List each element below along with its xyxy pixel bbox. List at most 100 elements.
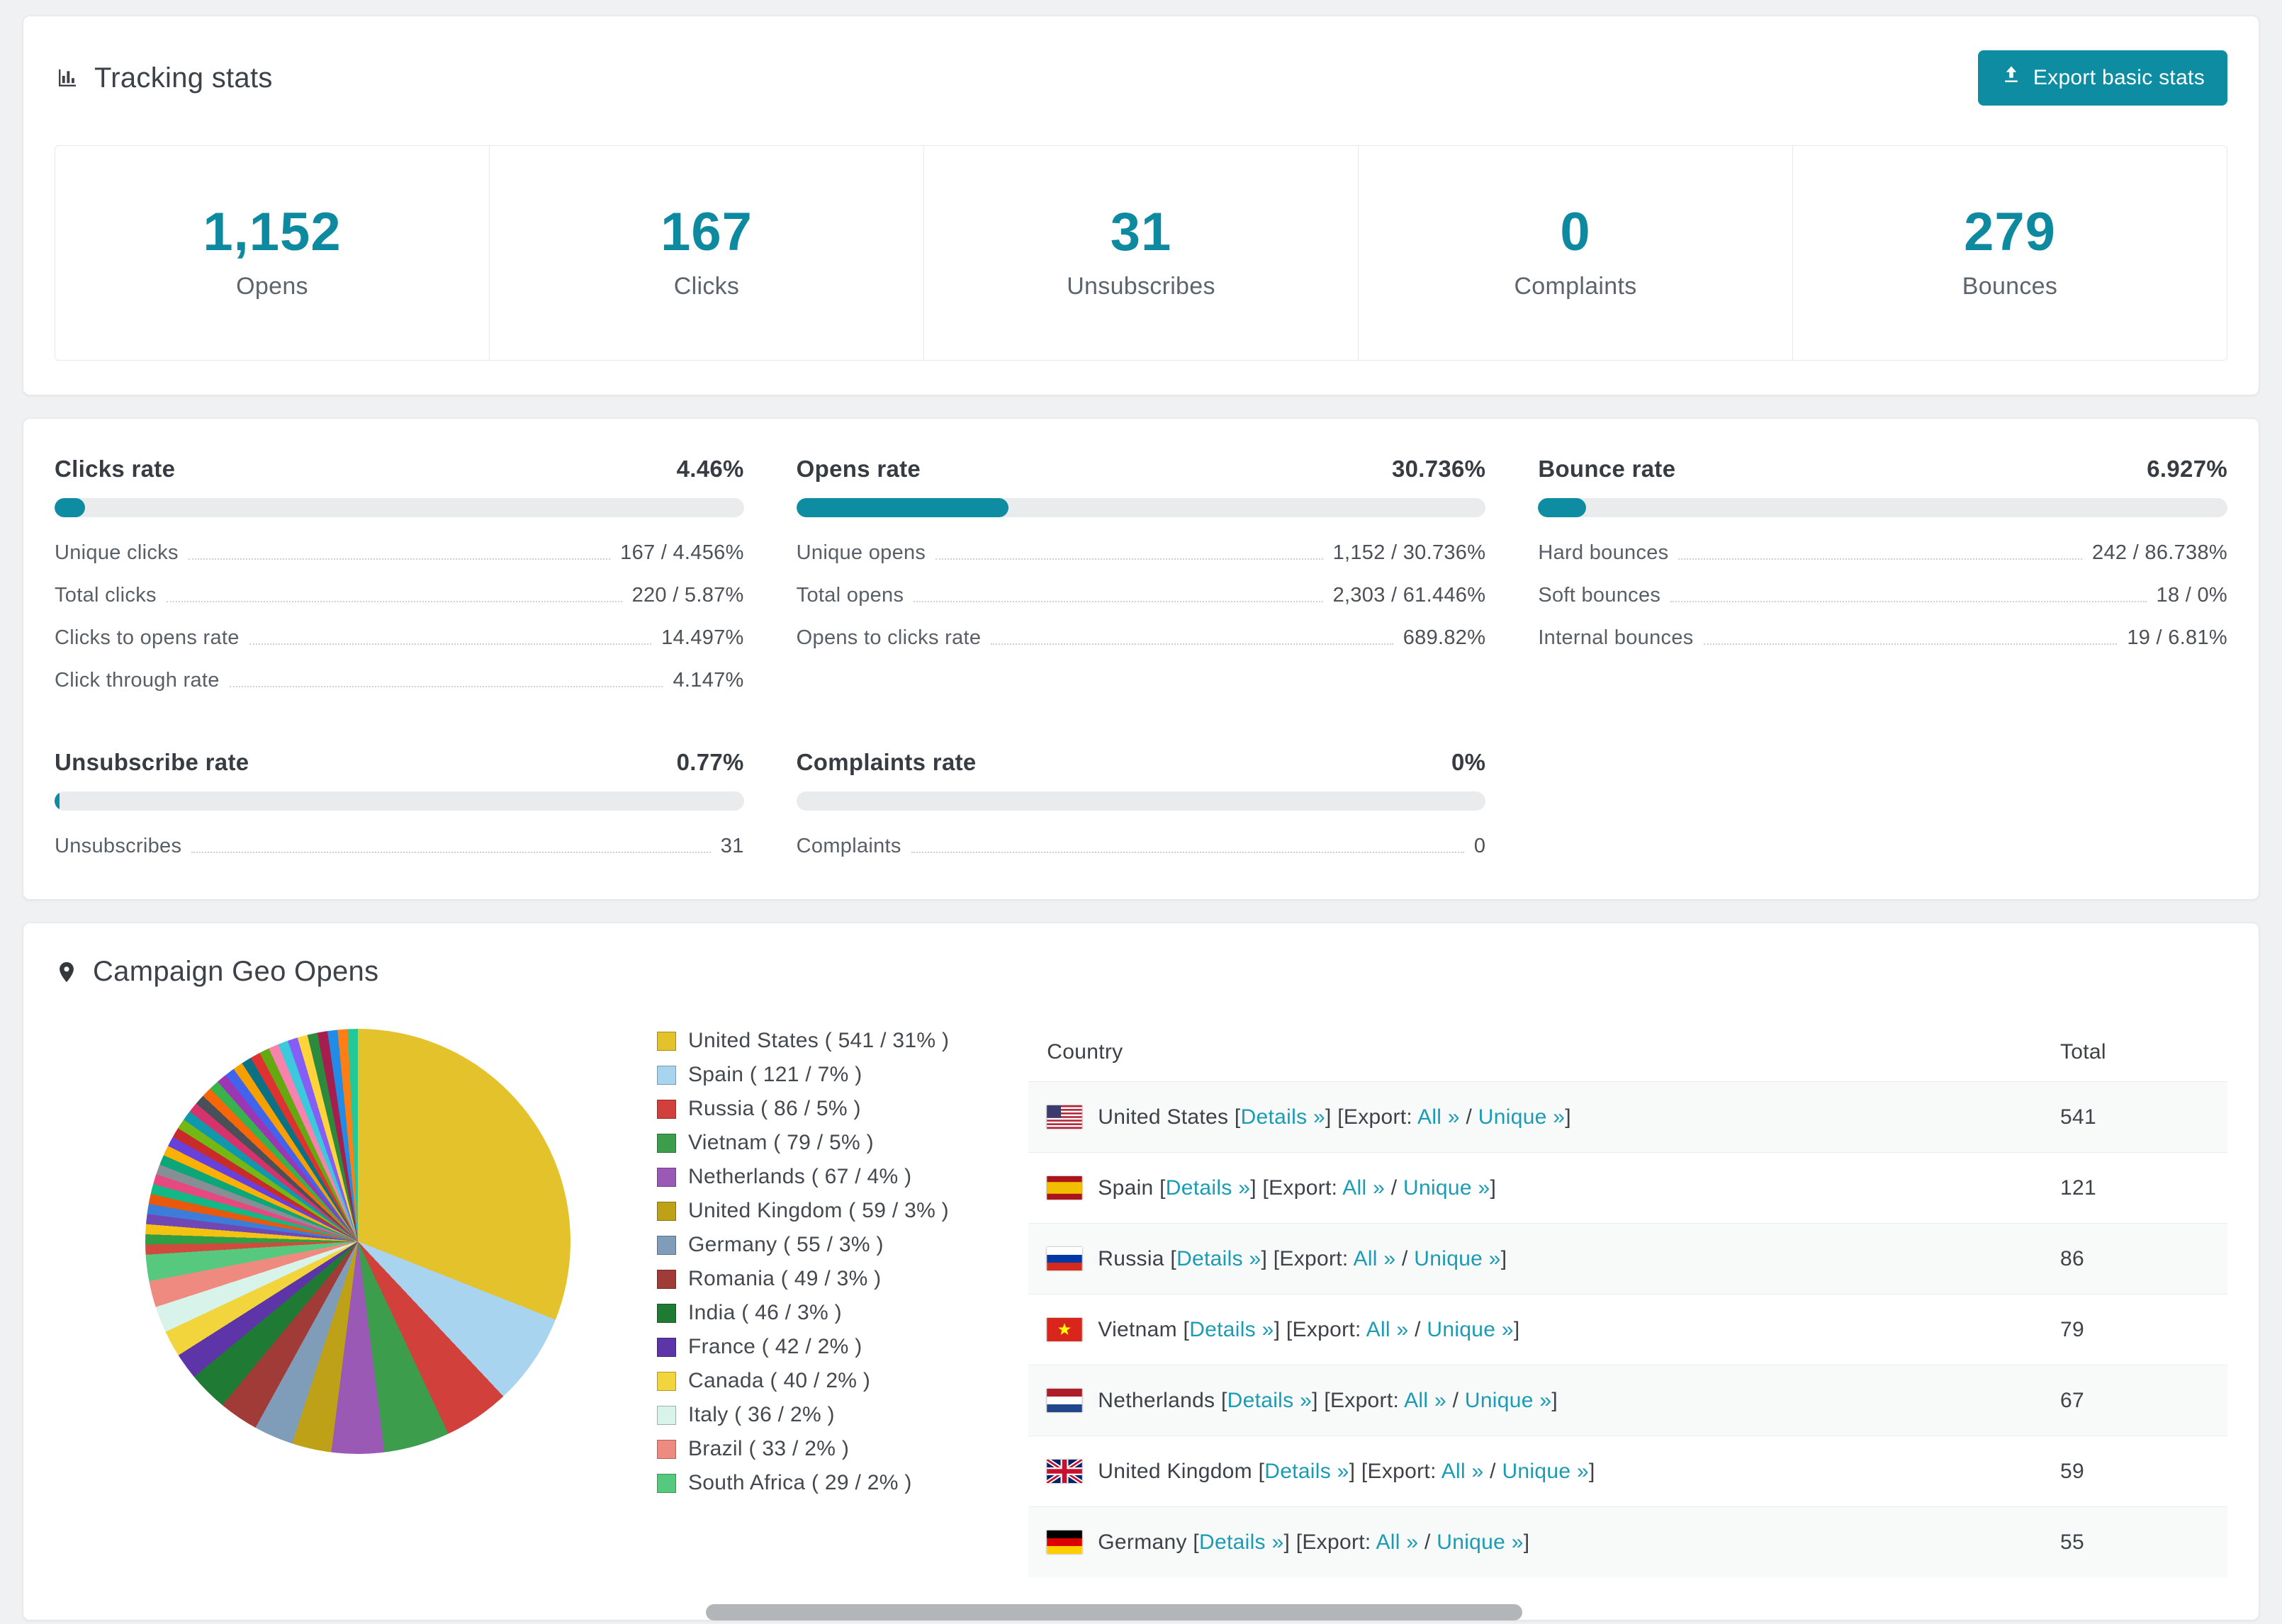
legend-item-russia: Russia ( 86 / 5% )	[657, 1097, 949, 1121]
country-cell: Netherlands [Details »] [Export: All » /…	[1098, 1388, 1558, 1412]
tracking-stats-title: Tracking stats	[55, 62, 273, 94]
total-cell: 121	[2060, 1175, 2096, 1200]
rate-stat-value: 31	[720, 835, 744, 857]
rate-stat-line: Total opens 2,303 / 61.446%	[797, 584, 1486, 607]
rate-rows: Unique clicks 167 / 4.456% Total clicks …	[55, 541, 744, 692]
legend-label: United States ( 541 / 31% )	[688, 1029, 950, 1052]
dotted-leader	[166, 601, 622, 602]
export-unique-link[interactable]: Unique »	[1478, 1105, 1566, 1129]
rate-title: Unsubscribe rate	[55, 749, 249, 775]
rate-stat-label: Total clicks	[55, 584, 157, 607]
export-all-link[interactable]: All »	[1417, 1105, 1460, 1129]
geo-table: Country Total United States [Details »] …	[1028, 1023, 2227, 1577]
legend-item-united-kingdom: United Kingdom ( 59 / 3% )	[657, 1199, 949, 1223]
rate-progress-bar	[55, 791, 744, 811]
legend-label: Brazil ( 33 / 2% )	[688, 1437, 850, 1460]
stats-row: 1,152 Opens 167 Clicks 31 Unsubscribes 0…	[55, 145, 2227, 361]
rate-stat-line: Opens to clicks rate 689.82%	[797, 626, 1486, 650]
rate-rows: Unique opens 1,152 / 30.736% Total opens…	[797, 541, 1486, 650]
legend-item-brazil: Brazil ( 33 / 2% )	[657, 1437, 949, 1461]
rate-stat-line: Total clicks 220 / 5.87%	[55, 584, 744, 607]
export-basic-stats-button[interactable]: Export basic stats	[1977, 50, 2227, 106]
rate-stat-line: Unsubscribes 31	[55, 835, 744, 858]
country-cell: Spain [Details »] [Export: All » / Uniqu…	[1098, 1175, 1497, 1200]
export-button-label: Export basic stats	[2033, 66, 2205, 89]
dotted-leader	[911, 852, 1464, 853]
export-unique-link[interactable]: Unique »	[1502, 1460, 1589, 1483]
geo-table-row-united-kingdom: United Kingdom [Details »] [Export: All …	[1028, 1436, 2227, 1506]
geo-table-row-germany: Germany [Details »] [Export: All » / Uni…	[1028, 1506, 2227, 1577]
total-cell: 86	[2060, 1246, 2084, 1270]
horizontal-scrollbar-thumb[interactable]	[706, 1604, 1522, 1620]
tracking-stats-header: Tracking stats Export basic stats	[55, 50, 2227, 106]
export-unique-link[interactable]: Unique »	[1403, 1176, 1490, 1200]
column-header-total: Total	[2060, 1040, 2106, 1064]
rate-stat-label: Click through rate	[55, 669, 220, 692]
stat-cell-opens: 1,152 Opens	[55, 146, 490, 360]
tracking-stats-title-text: Tracking stats	[94, 62, 273, 94]
export-all-link[interactable]: All »	[1366, 1318, 1409, 1341]
rate-stat-line: Click through rate 4.147%	[55, 669, 744, 692]
export-unique-link[interactable]: Unique »	[1414, 1247, 1501, 1270]
flag-gb-icon	[1047, 1460, 1083, 1483]
details-link[interactable]: Details »	[1227, 1389, 1312, 1412]
rate-stat-label: Internal bounces	[1538, 626, 1694, 649]
rate-title: Bounce rate	[1538, 456, 1676, 482]
rate-progress-bar	[55, 498, 744, 517]
export-all-link[interactable]: All »	[1441, 1460, 1484, 1483]
rate-head: Complaints rate 0%	[797, 749, 1486, 776]
map-pin-icon	[55, 958, 79, 986]
rate-value: 0.77%	[676, 749, 744, 775]
export-unique-link[interactable]: Unique »	[1437, 1530, 1524, 1554]
export-all-link[interactable]: All »	[1354, 1247, 1396, 1270]
legend-item-germany: Germany ( 55 / 3% )	[657, 1233, 949, 1257]
rate-stat-label: Total opens	[796, 584, 904, 607]
export-unique-link[interactable]: Unique »	[1427, 1318, 1514, 1341]
dotted-leader	[914, 601, 1323, 602]
rate-title: Opens rate	[796, 456, 921, 482]
legend-swatch	[657, 1473, 676, 1493]
geo-title-text: Campaign Geo Opens	[93, 956, 379, 987]
export-unique-link[interactable]: Unique »	[1465, 1389, 1552, 1412]
stat-value: 0	[1560, 202, 1591, 262]
export-all-link[interactable]: All »	[1342, 1176, 1385, 1200]
legend-item-south-africa: South Africa ( 29 / 2% )	[657, 1471, 949, 1495]
rate-stat-label: Unique opens	[796, 541, 926, 564]
details-link[interactable]: Details »	[1166, 1176, 1250, 1200]
rate-stat-label: Unique clicks	[55, 541, 179, 564]
rate-stat-line: Hard bounces 242 / 86.738%	[1538, 541, 2227, 565]
flag-us-icon	[1047, 1105, 1083, 1129]
rate-stat-line: Unique opens 1,152 / 30.736%	[797, 541, 1486, 565]
legend-label: Romania ( 49 / 3% )	[688, 1267, 882, 1290]
stat-value: 1,152	[203, 202, 342, 262]
legend-label: Canada ( 40 / 2% )	[688, 1369, 871, 1392]
dashboard-page: Tracking stats Export basic stats 1,152 …	[0, 0, 2282, 1620]
flag-nl-icon	[1047, 1389, 1083, 1412]
rate-stat-value: 4.147%	[673, 669, 744, 692]
rate-value: 4.46%	[676, 456, 744, 482]
flag-de-icon	[1047, 1530, 1083, 1554]
export-all-link[interactable]: All »	[1404, 1389, 1446, 1412]
rate-block-unsubscribe-rate: Unsubscribe rate 0.77% Unsubscribes 31	[55, 749, 744, 858]
details-link[interactable]: Details »	[1199, 1530, 1283, 1554]
rate-title: Complaints rate	[796, 749, 977, 775]
legend-label: Germany ( 55 / 3% )	[688, 1233, 884, 1256]
details-link[interactable]: Details »	[1176, 1247, 1261, 1270]
geo-table-row-vietnam: Vietnam [Details »] [Export: All » / Uni…	[1028, 1294, 2227, 1365]
total-cell: 55	[2060, 1530, 2084, 1554]
legend-swatch	[657, 1439, 676, 1459]
legend-label: Italy ( 36 / 2% )	[688, 1403, 835, 1426]
country-cell: United Kingdom [Details »] [Export: All …	[1098, 1459, 1595, 1483]
legend-swatch	[657, 1235, 676, 1255]
total-cell: 67	[2060, 1388, 2084, 1412]
rate-progress-bar	[796, 498, 1486, 517]
stat-label: Complaints	[1514, 273, 1637, 300]
details-link[interactable]: Details »	[1264, 1460, 1349, 1483]
details-link[interactable]: Details »	[1189, 1318, 1274, 1341]
legend-swatch	[657, 1303, 676, 1323]
export-all-link[interactable]: All »	[1376, 1530, 1419, 1554]
rate-stat-line: Clicks to opens rate 14.497%	[55, 626, 744, 650]
rate-progress-bar	[796, 791, 1486, 811]
flag-ru-icon	[1047, 1247, 1083, 1270]
details-link[interactable]: Details »	[1241, 1105, 1325, 1129]
